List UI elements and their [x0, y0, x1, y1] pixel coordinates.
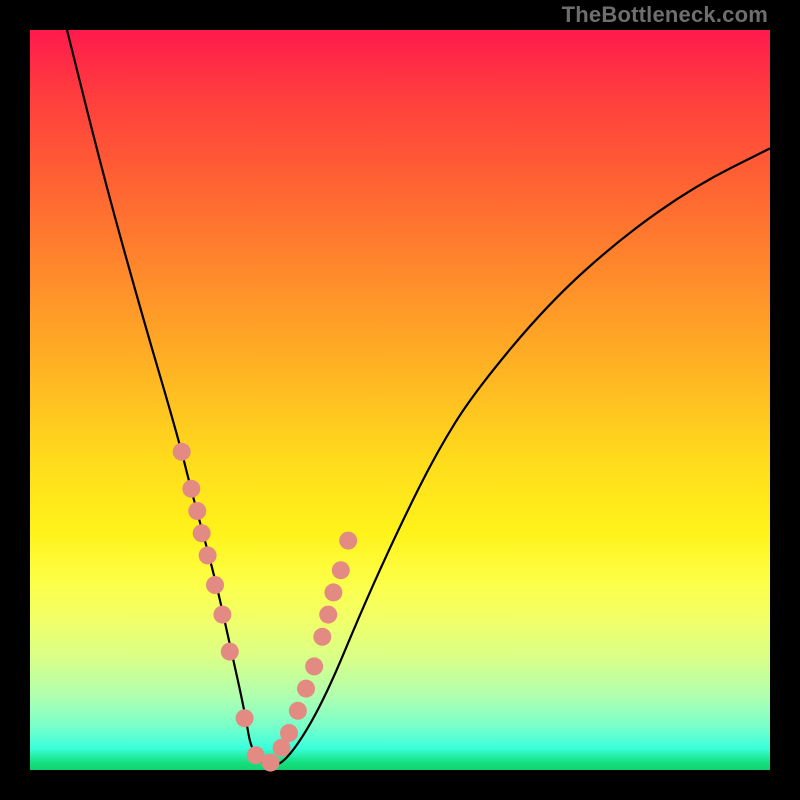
highlight-marker [305, 657, 323, 675]
highlight-marker [262, 754, 280, 772]
highlight-marker [173, 443, 191, 461]
highlight-markers-group [173, 443, 358, 772]
highlight-marker [339, 532, 357, 550]
highlight-marker [319, 606, 337, 624]
highlight-marker [182, 480, 200, 498]
highlight-marker [297, 680, 315, 698]
watermark-text: TheBottleneck.com [562, 2, 768, 28]
highlight-marker [206, 576, 224, 594]
highlight-marker [199, 546, 217, 564]
bottleneck-curve [67, 30, 770, 766]
highlight-marker [236, 709, 254, 727]
curve-line-group [67, 30, 770, 766]
highlight-marker [193, 524, 211, 542]
highlight-marker [221, 643, 239, 661]
highlight-marker [213, 606, 231, 624]
highlight-marker [280, 724, 298, 742]
curve-svg [30, 30, 770, 770]
highlight-marker [332, 561, 350, 579]
highlight-marker [289, 702, 307, 720]
highlight-marker [324, 583, 342, 601]
chart-frame: TheBottleneck.com [0, 0, 800, 800]
highlight-marker [313, 628, 331, 646]
highlight-marker [188, 502, 206, 520]
